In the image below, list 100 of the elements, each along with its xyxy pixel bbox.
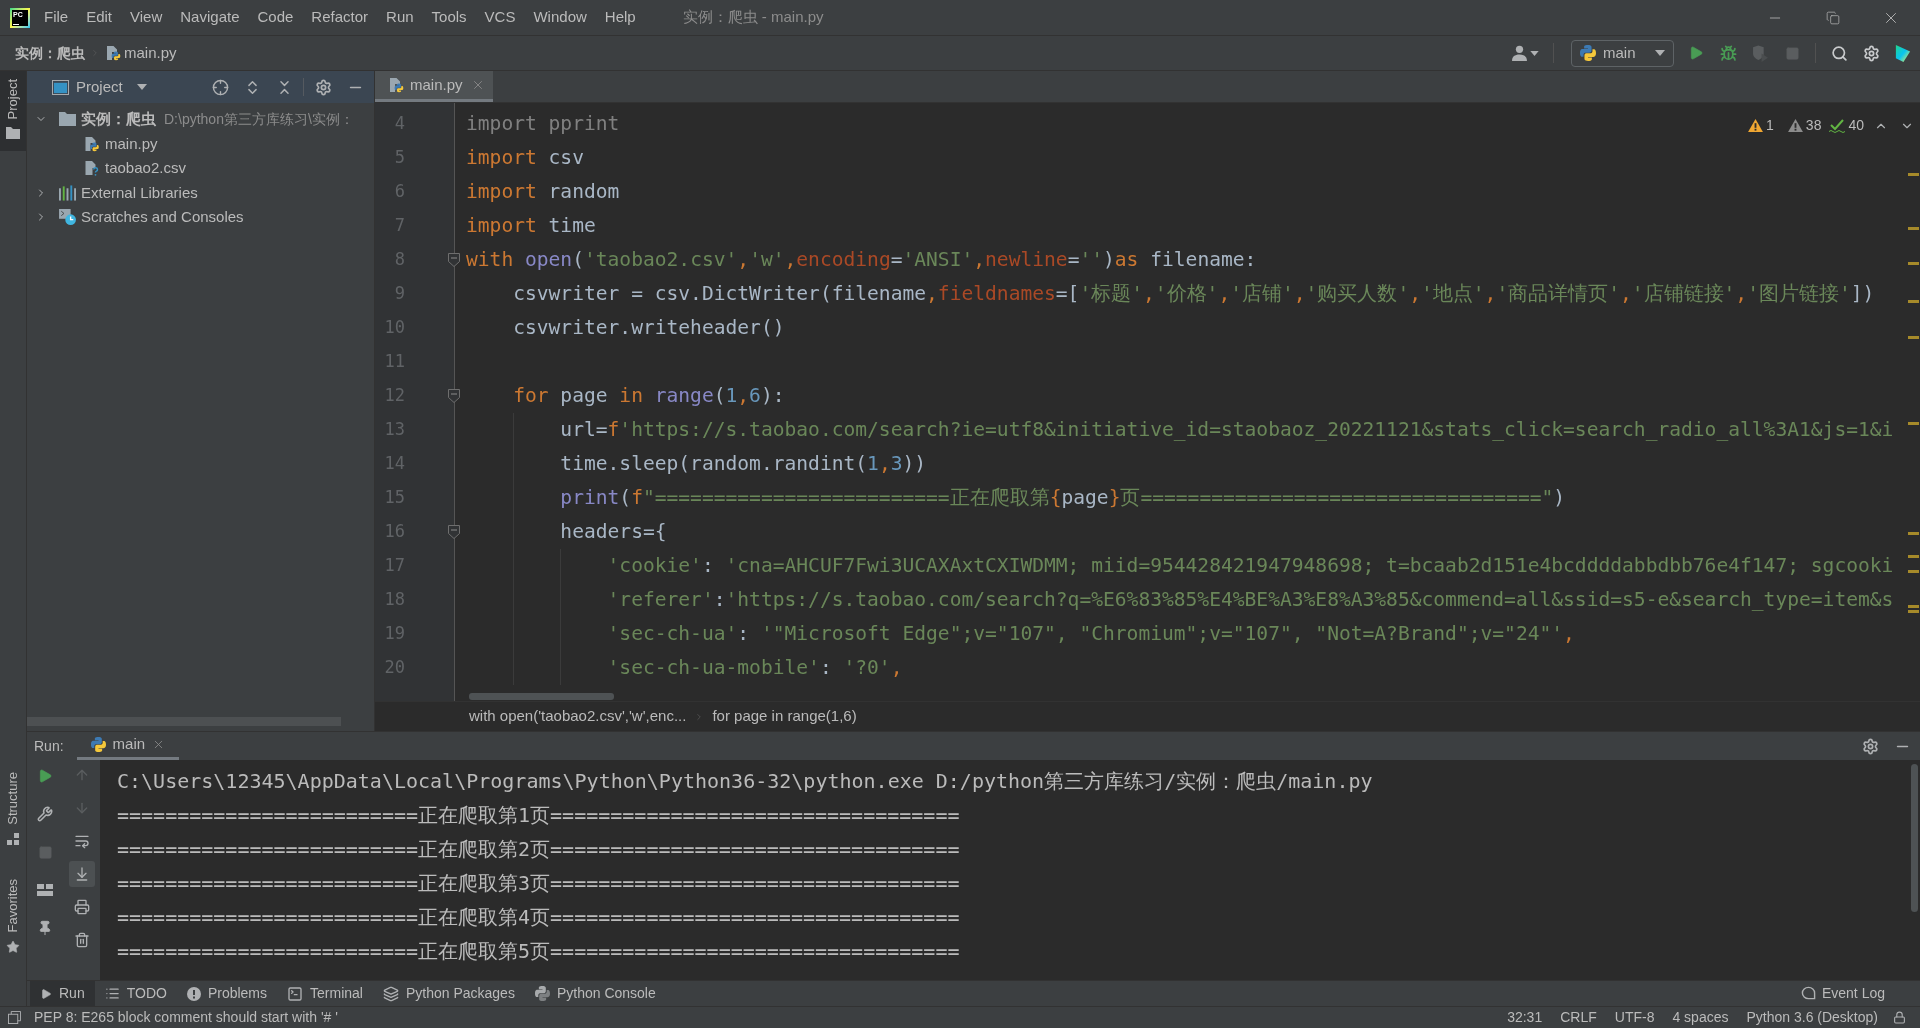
tool-window-button[interactable]: TODO [94,981,177,1006]
search-icon[interactable] [1830,44,1848,62]
tree-item-label[interactable]: 实例：爬虫 [81,108,156,131]
status-bar-item[interactable]: CRLF [1551,1007,1606,1028]
status-bar-item[interactable]: UTF-8 [1605,1007,1664,1028]
code-line: csvwriter = csv.DictWriter(filename,fieldnames=['标题','价格','店铺','购买人数','地点','商品详情页','店铺链接','图片链接']) [513,281,1875,308]
fold-icon[interactable] [448,389,460,403]
status-bar-item[interactable]: 32:31 [1498,1007,1552,1028]
pin-icon[interactable] [37,920,53,936]
code-line: 'referer':'https://s.taobao.com/search?q=%E6%83%85%E4%BE%A3%E8%A3%85&commend=all&ssid=s5-e&search_type=item&s [607,587,1894,614]
warning-count: 1 [1766,116,1774,135]
play-icon[interactable] [1688,45,1704,61]
menu-item[interactable]: View [121,3,172,32]
console-line: =========================正在爬取第3页================================== [117,870,960,897]
python-icon [534,986,550,1001]
folder-icon [6,127,20,140]
tool-window-tab[interactable]: Project [0,71,26,152]
caret-icon [1655,50,1665,56]
tree-item-label[interactable]: taobao2.csv [105,157,186,180]
printer-icon[interactable] [73,899,90,915]
breadcrumb-item[interactable]: 实例：爬虫 [15,42,85,64]
menu-item[interactable]: Tools [422,3,476,32]
status-bar-item[interactable]: Python 3.6 (Desktop) [1737,1007,1887,1028]
code-line: import csv [466,145,584,172]
tree-item-label[interactable]: External Libraries [81,181,198,204]
run-configuration-dropdown[interactable]: main [1571,39,1674,67]
caret-icon [136,84,147,90]
tool-window-tab[interactable]: Structure [0,763,26,857]
window-title: 实例：爬虫 - main.py [682,7,824,28]
scratch-clock-icon [59,209,76,226]
alert-circle-icon [186,986,201,1001]
console-line: =========================正在爬取第1页================================== [117,802,960,829]
trash-icon[interactable] [73,932,90,948]
restore-icon[interactable] [1826,10,1840,25]
breadcrumb-item[interactable]: main.py [124,41,177,65]
menu-item[interactable]: Navigate [171,3,249,32]
event-log-button[interactable]: Event Log [1800,983,1885,1004]
speech-bubble-icon [1800,986,1816,1001]
structure-icon [7,832,19,845]
soft-wrap-icon[interactable] [73,833,90,849]
menu-item[interactable]: Help [595,3,645,32]
settings-icon[interactable] [1861,737,1879,755]
menu-item[interactable]: Edit [77,3,122,32]
folder-icon [59,111,76,128]
console-line: =========================正在爬取第2页================================== [117,836,960,863]
python-icon [90,737,106,752]
tool-window-button[interactable]: Terminal [277,981,373,1006]
code-line: time.sleep(random.randint(1,3)) [560,451,927,478]
panel-title: Run: [34,736,64,756]
person-icon[interactable] [1512,45,1527,61]
fold-icon[interactable] [448,525,460,539]
panel-toggle-icon[interactable] [8,1011,21,1024]
tree-item-path: D:\python第三方库练习\实例： [164,109,354,129]
panel-title-dropdown[interactable]: Project [76,75,147,99]
tree-item-label[interactable]: Scratches and Consoles [81,206,244,229]
menu-item[interactable]: Code [248,3,303,32]
list-icon [104,986,120,1001]
fold-icon[interactable] [448,253,460,267]
play-icon [40,987,52,1000]
horizontal-scrollbar[interactable] [27,717,341,726]
code-line: url=f'https://s.taobao.com/search?ie=utf8&initiative_id=staobaoz_20221121&stats_click=search_radio_all%3A1&js=1&i [560,417,1894,444]
settings-icon[interactable] [1862,44,1880,62]
play-icon[interactable] [37,768,53,784]
editor-tab[interactable]: main.py [375,71,493,102]
tool-window-button[interactable]: Problems [176,981,278,1006]
typo-count: 40 [1848,116,1864,135]
tool-window-button[interactable]: Python Console [524,981,666,1006]
window-icon [52,79,69,95]
menu-item[interactable]: Window [524,3,596,32]
code-line: with open('taobao2.csv','w',encoding='ANSI',newline='')as filename: [466,247,1257,274]
bug-icon[interactable] [1719,44,1737,62]
scroll-to-end-icon[interactable] [68,861,95,887]
code-line: csvwriter.writeheader() [513,315,785,342]
wrench-icon[interactable] [37,806,53,822]
settings-icon[interactable] [314,78,332,96]
crosshair-icon[interactable] [211,78,229,96]
breadcrumb-item[interactable]: for page in range(1,6) [712,705,857,728]
breadcrumb-item[interactable]: with open('taobao2.csv','w',enc... [469,705,687,728]
console-line: =========================正在爬取第5页================================== [117,938,960,965]
code-line: for page in range(1,6): [513,383,785,410]
horizontal-scrollbar[interactable] [469,693,614,700]
menu-item[interactable]: Refactor [302,3,378,32]
menu-item[interactable]: VCS [475,3,525,32]
lock-icon[interactable] [1893,1011,1906,1024]
tool-window-button[interactable]: Python Packages [372,981,525,1006]
status-message: PEP 8: E265 block comment should start with '# ' [34,1008,338,1027]
menu-item[interactable]: Run [377,3,423,32]
star-icon [6,940,20,954]
code-line: import random [466,179,620,206]
code-line: print(f"=========================正在爬取第{page}页==================================") [560,485,1566,512]
tool-window-tab[interactable]: Favorites [0,870,26,966]
console-line: =========================正在爬取第4页================================== [117,904,960,931]
vertical-scrollbar[interactable] [1911,764,1918,912]
layout-icon[interactable] [37,884,53,896]
tool-window-button[interactable]: Run [30,981,95,1006]
status-bar-item[interactable]: 4 spaces [1663,1007,1738,1028]
library-icon [59,184,76,201]
code-line: 'cookie': 'cna=AHCUF7Fwi3UCAXAxtCXIWDMM; miid=954428421947948698; t=bcaab2d151e4bcddddabbdbb76e4f147; sgcooki [607,553,1894,580]
tree-item-label[interactable]: main.py [105,132,158,155]
menu-item[interactable]: File [35,3,78,32]
